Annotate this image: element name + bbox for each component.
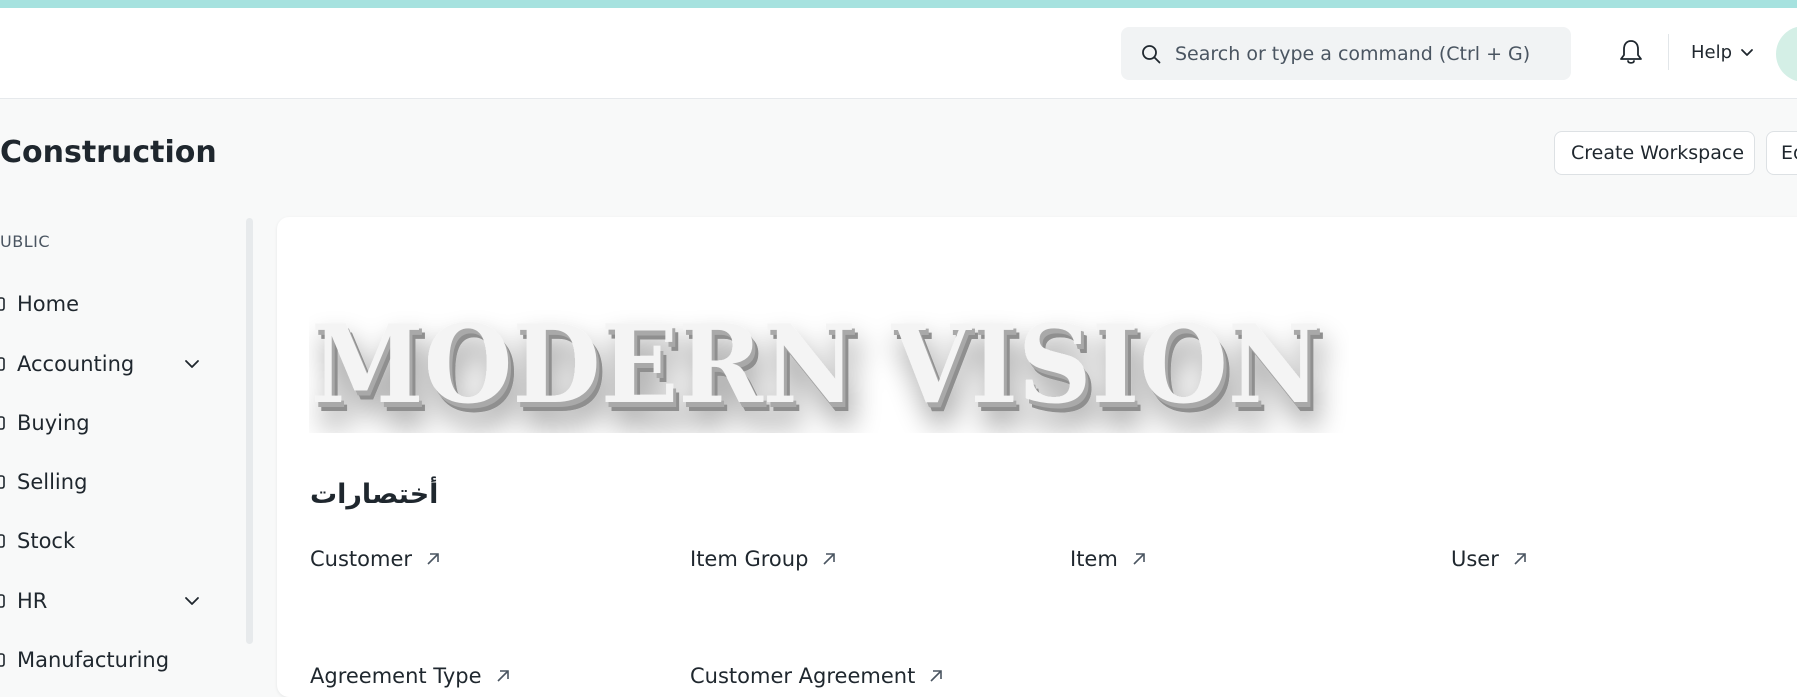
chevron-down-icon[interactable] xyxy=(184,359,200,369)
arrow-up-right-icon xyxy=(1514,553,1526,565)
hr-icon xyxy=(0,594,5,608)
sidebar-item-hr[interactable]: HR xyxy=(0,581,210,621)
sidebar-scrollbar[interactable] xyxy=(246,218,253,644)
bell-icon[interactable] xyxy=(1618,38,1644,66)
page-title: Construction xyxy=(0,135,217,170)
chevron-down-icon xyxy=(1741,48,1753,56)
shortcut-label: Agreement Type xyxy=(310,664,482,688)
arrow-up-right-icon xyxy=(1133,553,1145,565)
sidebar-item-label: Buying xyxy=(17,411,90,435)
shortcut-customer-agreement[interactable]: Customer Agreement xyxy=(690,664,943,688)
shortcut-customer[interactable]: Customer xyxy=(310,547,440,571)
selling-icon xyxy=(0,475,5,489)
arrow-up-right-icon xyxy=(496,670,509,682)
workspace-content: MODERN VISION MODERN VISION MODERN VISIO… xyxy=(277,217,1797,697)
sidebar-item-label: HR xyxy=(17,589,48,613)
top-accent-strip xyxy=(0,0,1797,8)
shortcut-label: Customer xyxy=(310,547,413,571)
shortcut-item-group[interactable]: Item Group xyxy=(690,547,836,571)
help-dropdown[interactable]: Help xyxy=(1691,42,1754,63)
shortcut-label: Item xyxy=(1070,547,1118,571)
arrow-up-right-icon xyxy=(930,670,943,682)
arrow-up-right-icon xyxy=(823,553,836,565)
sidebar-item-home[interactable]: Home xyxy=(0,284,210,324)
accounting-icon xyxy=(0,357,5,371)
sidebar-item-manufacturing[interactable]: Manufacturing xyxy=(0,640,210,680)
create-workspace-button[interactable]: Create Workspace xyxy=(1554,131,1755,175)
manufacturing-icon xyxy=(0,653,5,667)
search-icon xyxy=(1142,45,1161,64)
shortcut-user[interactable]: User xyxy=(1451,547,1527,571)
avatar[interactable] xyxy=(1776,26,1797,82)
shortcut-item[interactable]: Item xyxy=(1070,547,1146,571)
sidebar-item-label: Stock xyxy=(17,529,76,553)
edit-button[interactable]: Ed xyxy=(1766,131,1797,175)
sidebar: UBLIC Home Accounting Buying Selling Sto… xyxy=(0,218,240,684)
help-label[interactable]: Help xyxy=(1691,42,1732,63)
banner-image: MODERN VISION MODERN VISION MODERN VISIO… xyxy=(311,303,1327,433)
shortcut-label: User xyxy=(1451,547,1499,571)
shortcut-label: Item Group xyxy=(690,547,809,571)
sidebar-item-label: Accounting xyxy=(17,352,135,376)
shortcuts-heading: أختصارات xyxy=(310,479,439,510)
shortcut-agreement-type[interactable]: Agreement Type xyxy=(310,664,510,688)
chevron-down-icon[interactable] xyxy=(184,596,200,606)
stock-icon xyxy=(0,534,5,548)
sidebar-item-buying[interactable]: Buying xyxy=(0,403,210,443)
home-icon xyxy=(0,297,5,311)
sidebar-item-accounting[interactable]: Accounting xyxy=(0,344,210,384)
sidebar-item-label: Selling xyxy=(17,470,88,494)
sidebar-item-label: Home xyxy=(17,292,80,316)
banner-text: MODERN VISION xyxy=(311,303,1321,428)
navbar-divider xyxy=(1668,34,1669,70)
buying-icon xyxy=(0,416,5,430)
shortcut-label: Customer Agreement xyxy=(690,664,916,688)
sidebar-item-selling[interactable]: Selling xyxy=(0,462,210,502)
arrow-up-right-icon xyxy=(427,553,439,565)
navbar: Search or type a command (Ctrl + G) Help xyxy=(0,8,1797,99)
sidebar-item-stock[interactable]: Stock xyxy=(0,521,210,561)
sidebar-item-label: Manufacturing xyxy=(17,648,170,672)
search-bar[interactable]: Search or type a command (Ctrl + G) xyxy=(1121,27,1571,80)
sidebar-section-label: UBLIC xyxy=(0,232,50,251)
search-placeholder[interactable]: Search or type a command (Ctrl + G) xyxy=(1175,43,1530,65)
